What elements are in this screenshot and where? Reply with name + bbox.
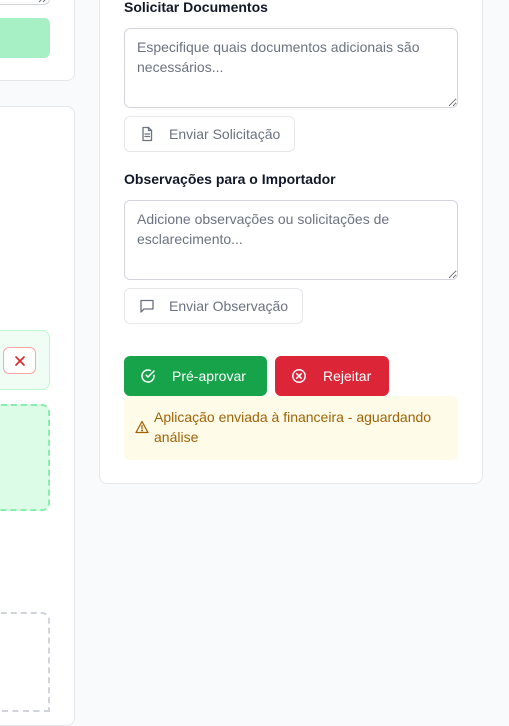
upload-dropzone-active[interactable] <box>0 404 50 511</box>
preapprove-button[interactable]: Pré-aprovar <box>124 356 267 396</box>
request-docs-label: Solicitar Documentos <box>124 0 268 15</box>
left-main-card <box>0 106 75 726</box>
textarea-resize-handle[interactable] <box>0 0 50 5</box>
request-docs-textarea[interactable] <box>124 28 458 108</box>
check-circle-icon <box>140 368 156 384</box>
submit-button-disabled[interactable] <box>0 18 50 58</box>
message-square-icon <box>139 298 155 314</box>
send-request-label: Enviar Solicitação <box>169 126 281 142</box>
reject-label: Rejeitar <box>323 368 372 384</box>
alert-triangle-icon <box>135 420 149 434</box>
upload-dropzone[interactable] <box>0 612 50 712</box>
send-observation-button[interactable]: Enviar Observação <box>124 288 304 324</box>
observations-textarea[interactable] <box>124 200 458 280</box>
uploaded-file-row <box>0 330 50 390</box>
x-circle-icon <box>291 368 307 384</box>
close-icon <box>14 355 26 367</box>
remove-file-button[interactable] <box>3 347 36 374</box>
send-request-button[interactable]: Enviar Solicitação <box>124 116 296 152</box>
left-top-card <box>0 0 75 81</box>
status-alert-text: Aplicação enviada à financeira - aguarda… <box>154 409 432 445</box>
observations-label: Observações para o Importador <box>124 171 336 187</box>
review-card: Solicitar Documentos Enviar Solicitação … <box>99 0 483 484</box>
file-text-icon <box>139 126 155 142</box>
preapprove-label: Pré-aprovar <box>172 368 246 384</box>
status-alert: Aplicação enviada à financeira - aguarda… <box>124 396 458 460</box>
send-observation-label: Enviar Observação <box>169 298 289 314</box>
reject-button[interactable]: Rejeitar <box>275 356 389 396</box>
